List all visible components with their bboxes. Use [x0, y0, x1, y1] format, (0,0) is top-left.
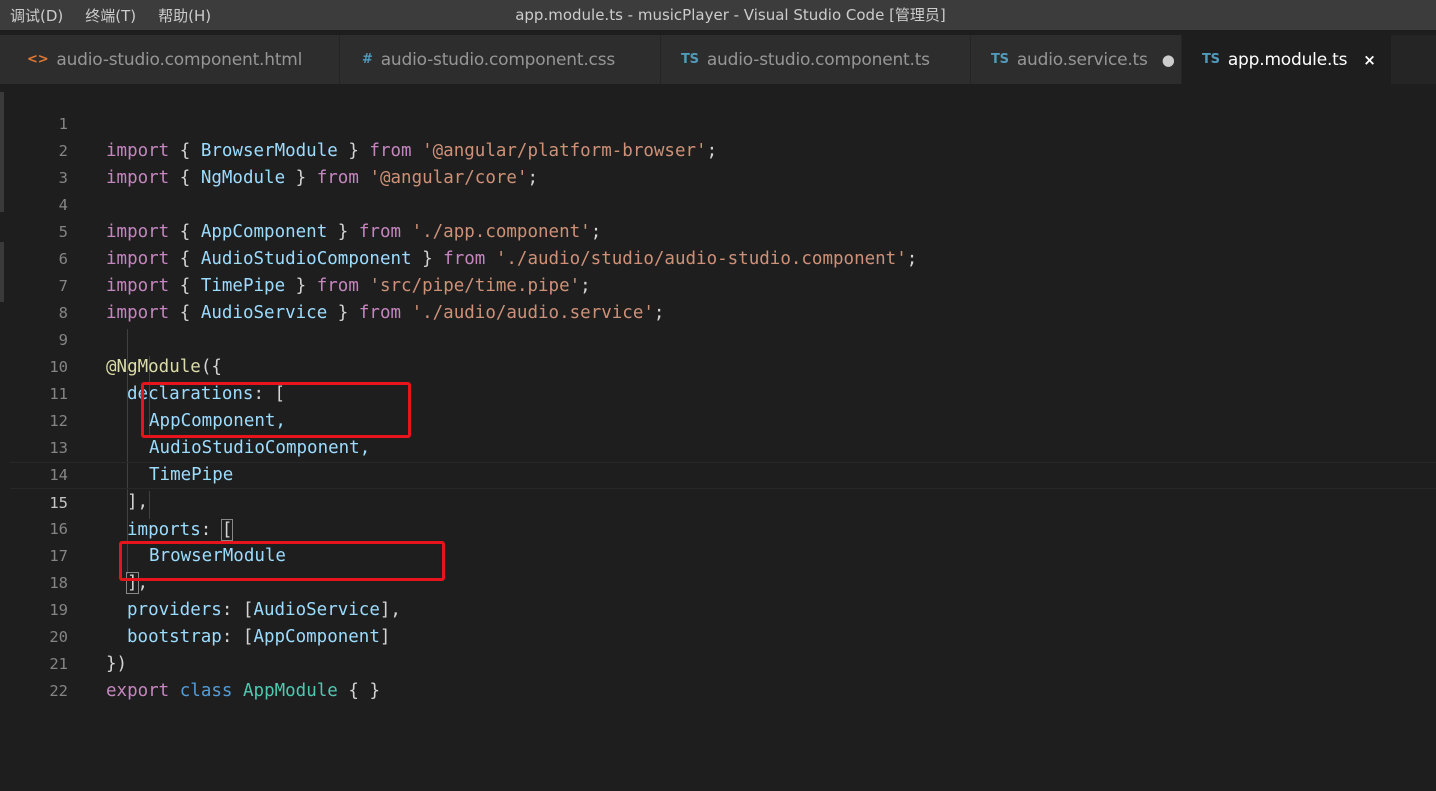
code-line: 16 BrowserModule — [10, 489, 1436, 566]
tab-label: audio.service.ts — [1016, 49, 1148, 70]
html-file-icon: <> — [27, 52, 49, 67]
code-line-current: 15 imports: [ — [10, 462, 1436, 541]
code-line: 21 export class AppModule { } — [10, 624, 1436, 701]
title-bar: 调试(D) 终端(T) 帮助(H) app.module.ts - musicP… — [0, 0, 1436, 30]
tab-label: app.module.ts — [1227, 49, 1348, 70]
unsaved-dot-icon[interactable]: ● — [1162, 51, 1175, 69]
code-line: 17 ], — [10, 516, 1436, 594]
editor-tab-bar: <> audio-studio.component.html # audio-s… — [0, 35, 1436, 84]
tab-label: audio-studio.component.css — [380, 49, 616, 70]
tab-label: audio-studio.component.ts — [706, 49, 930, 70]
code-line: 5 import { AudioStudioComponent } from '… — [10, 192, 1436, 269]
typescript-file-icon: TS — [681, 52, 699, 67]
code-line: 7 import { AudioService } from './audio/… — [10, 246, 1436, 323]
code-line: 22 — [10, 651, 1436, 700]
tab-audio-service[interactable]: TS audio.service.ts ● — [971, 35, 1182, 84]
code-editor[interactable]: 1 import { BrowserModule } from '@angula… — [10, 84, 1436, 791]
tab-audio-studio-ts[interactable]: TS audio-studio.component.ts — [661, 35, 971, 84]
line-number: 22 — [49, 682, 68, 700]
code-line: 14 ], — [10, 435, 1436, 512]
typescript-file-icon: TS — [991, 52, 1009, 67]
code-line: 1 import { BrowserModule } from '@angula… — [10, 84, 1436, 161]
window-title: app.module.ts - musicPlayer - Visual Stu… — [515, 6, 946, 24]
tab-app-module[interactable]: TS app.module.ts × — [1182, 35, 1392, 84]
scroll-indicator — [0, 92, 4, 212]
code-line: 2 import { NgModule } from '@angular/cor… — [10, 111, 1436, 188]
code-line: 11 AppComponent, — [10, 354, 1436, 431]
code-line: 3 — [10, 138, 1436, 187]
code-line: 9 @NgModule({ — [10, 300, 1436, 377]
tab-audio-studio-css[interactable]: # audio-studio.component.css — [340, 35, 661, 84]
annotation-highlight-box — [119, 541, 445, 581]
code-line: 10 declarations: [ — [10, 327, 1436, 404]
code-line: 20 }) — [10, 597, 1436, 674]
typescript-file-icon: TS — [1202, 52, 1220, 67]
annotation-highlight-box — [141, 382, 411, 438]
css-file-icon: # — [362, 52, 373, 67]
scroll-indicator — [0, 242, 4, 302]
code-line: 4 import { AppComponent } from './app.co… — [10, 165, 1436, 242]
tab-audio-studio-html[interactable]: <> audio-studio.component.html — [0, 35, 340, 84]
code-line: 8 — [10, 273, 1436, 322]
close-icon[interactable]: × — [1363, 51, 1376, 69]
activity-bar-edge — [0, 84, 10, 791]
code-line: 6 import { TimePipe } from 'src/pipe/tim… — [10, 219, 1436, 296]
tab-label: audio-studio.component.html — [56, 49, 303, 70]
